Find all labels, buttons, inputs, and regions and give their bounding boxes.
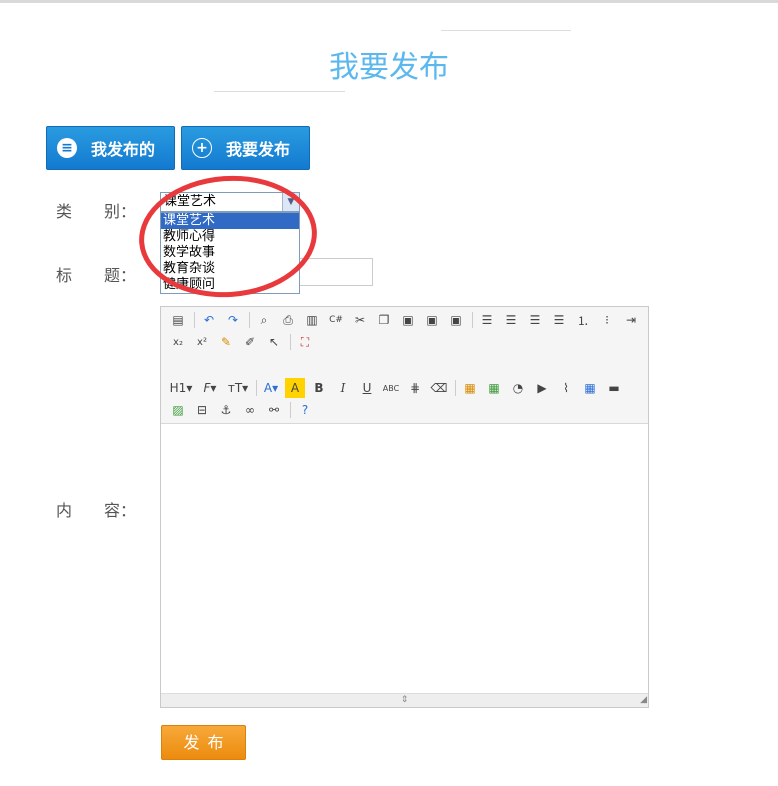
horizontal-rule-icon[interactable]: ⋕ [405,378,425,398]
strikethrough-icon[interactable]: ABC [381,378,401,398]
align-center-icon[interactable]: ☰ [501,310,521,330]
image-icon[interactable]: ▦ [460,378,480,398]
select-icon[interactable]: ↖ [264,332,284,352]
emoticon-icon[interactable]: ▨ [168,400,188,420]
select-all-icon[interactable]: ✐ [240,332,260,352]
content-label: 内 容： [56,501,137,520]
link-icon[interactable]: ∞ [240,400,260,420]
title-label: 标 题： [56,266,137,285]
new-post-button[interactable]: + 我要发布 [181,126,310,170]
cut-icon[interactable]: ✂ [350,310,370,330]
undo-icon[interactable]: ↶ [199,310,219,330]
code-icon[interactable]: C# [326,310,346,330]
subscript-icon[interactable]: x₂ [168,332,188,352]
preview-icon[interactable]: ⌕ [254,310,274,330]
my-posts-button[interactable]: ≡ 我发布的 [46,126,175,170]
resize-grip-icon[interactable]: ◢ [640,694,647,706]
category-label: 类 别： [56,202,137,221]
decor-line [214,91,345,92]
align-right-icon[interactable]: ☰ [525,310,545,330]
bold-icon[interactable]: B [309,378,329,398]
align-left-icon[interactable]: ☰ [477,310,497,330]
decor-line [441,30,571,31]
editor-toolbar: ▤ ↶ ↷ ⌕ ⎙ ▥ C# ✂ ❐ ▣ ▣ ▣ ☰ ☰ ☰ ☰ ⒈ ⁝ ⇥ x… [161,307,648,424]
print-icon[interactable]: ⎙ [278,310,298,330]
publish-button[interactable]: 发布 [161,725,246,760]
anchor-icon[interactable]: ⚓ [216,400,236,420]
new-post-label: 我要发布 [226,140,291,159]
multi-image-icon[interactable]: ▦ [484,378,504,398]
font-family-icon[interactable]: F▾ [198,378,222,398]
table-icon[interactable]: ▦ [580,378,600,398]
pagebreak-icon[interactable]: ⊟ [192,400,212,420]
justify-icon[interactable]: ☰ [549,310,569,330]
unordered-list-icon[interactable]: ⁝ [597,310,617,330]
copy-icon[interactable]: ❐ [374,310,394,330]
list-icon: ≡ [57,138,77,158]
paste-icon[interactable]: ▣ [398,310,418,330]
source-icon[interactable]: ▤ [168,310,188,330]
resize-handle-icon[interactable]: ⇕ [401,695,409,705]
redo-icon[interactable]: ↷ [223,310,243,330]
editor-resize-bar[interactable]: ⇕ ◢ [161,693,648,707]
font-size-icon[interactable]: тT▾ [226,378,250,398]
hr-icon[interactable]: ▬ [604,378,624,398]
my-posts-label: 我发布的 [91,140,156,159]
rich-text-editor[interactable]: ▤ ↶ ↷ ⌕ ⎙ ▥ C# ✂ ❐ ▣ ▣ ▣ ☰ ☰ ☰ ☰ ⒈ ⁝ ⇥ x… [160,306,649,708]
indent-icon[interactable]: ⇥ [621,310,641,330]
attach-icon[interactable]: ⌇ [556,378,576,398]
superscript-icon[interactable]: x² [192,332,212,352]
media-icon[interactable]: ▶ [532,378,552,398]
top-border [0,0,778,3]
clear-format-icon[interactable]: ✎ [216,332,236,352]
page-title: 我要发布 [329,50,449,85]
help-icon[interactable]: ? [295,400,315,420]
highlight-icon[interactable]: A [285,378,305,398]
title-input[interactable] [298,258,373,286]
underline-icon[interactable]: U [357,378,377,398]
paste-word-icon[interactable]: ▣ [446,310,466,330]
flash-icon[interactable]: ◔ [508,378,528,398]
font-color-icon[interactable]: A▾ [261,378,281,398]
eraser-icon[interactable]: ⌫ [429,378,449,398]
heading-icon[interactable]: H1▾ [168,378,194,398]
ordered-list-icon[interactable]: ⒈ [573,310,593,330]
paste-text-icon[interactable]: ▣ [422,310,442,330]
template-icon[interactable]: ▥ [302,310,322,330]
italic-icon[interactable]: I [333,378,353,398]
editor-content-area[interactable] [161,424,648,694]
unlink-icon[interactable]: ⚯ [264,400,284,420]
plus-icon: + [192,138,212,158]
fullscreen-icon[interactable]: ⛶ [295,332,315,352]
